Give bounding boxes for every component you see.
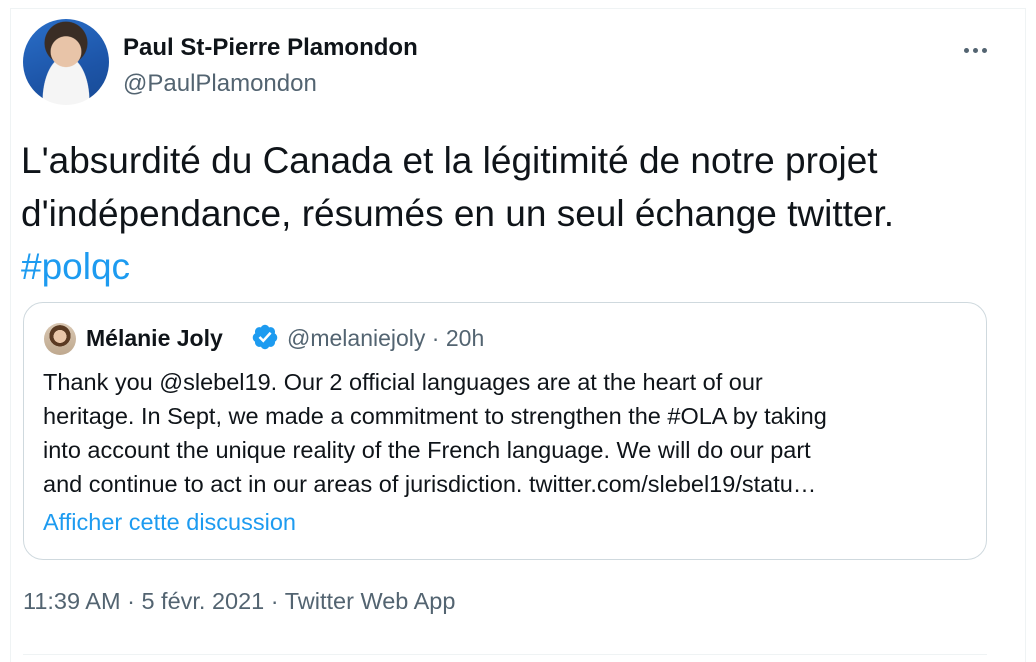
tweet-timestamp: 11:39 AM · 5 févr. 2021 · Twitter Web Ap… bbox=[23, 588, 455, 615]
quoted-text: Thank you @slebel19. Our 2 official lang… bbox=[43, 365, 973, 501]
verified-badge-icon bbox=[252, 324, 278, 350]
author-handle[interactable]: @PaulPlamondon bbox=[123, 70, 317, 98]
tweet-text-line: L'absurdité du Canada et la légitimité d… bbox=[21, 140, 878, 181]
footer-separator: · bbox=[270, 588, 279, 614]
show-thread-link[interactable]: Afficher cette discussion bbox=[43, 509, 296, 536]
author-name[interactable]: Paul St-Pierre Plamondon bbox=[123, 34, 418, 62]
tweet-text: L'absurdité du Canada et la légitimité d… bbox=[21, 134, 981, 293]
divider bbox=[23, 654, 987, 655]
tweet-source[interactable]: Twitter Web App bbox=[285, 588, 456, 614]
more-dot bbox=[963, 47, 969, 53]
more-dot bbox=[972, 47, 978, 53]
quoted-time: 20h bbox=[445, 325, 485, 351]
more-dot bbox=[981, 47, 987, 53]
quoted-author-handle: @melaniejoly bbox=[287, 325, 426, 351]
quoted-text-line: into account the unique reality of the F… bbox=[43, 437, 811, 463]
quoted-tweet[interactable]: Mélanie Joly @melaniejoly · 20h Thank yo… bbox=[23, 302, 987, 560]
quoted-meta: @melaniejoly · 20h bbox=[287, 325, 484, 352]
meta-separator: · bbox=[431, 325, 440, 351]
quoted-text-line: Thank you @slebel19. Our 2 official lang… bbox=[43, 369, 763, 395]
more-options-icon[interactable] bbox=[955, 36, 995, 64]
tweet-text-line: d'indépendance, résumés en un seul échan… bbox=[21, 193, 895, 234]
tweet-date[interactable]: 5 févr. 2021 bbox=[141, 588, 264, 614]
quoted-author-name: Mélanie Joly bbox=[86, 325, 223, 351]
footer-separator: · bbox=[127, 588, 135, 614]
hashtag-link[interactable]: #polqc bbox=[21, 240, 981, 293]
tweet-time[interactable]: 11:39 AM bbox=[23, 588, 121, 614]
author-avatar[interactable] bbox=[23, 19, 109, 105]
quoted-text-line: heritage. In Sept, we made a commitment … bbox=[43, 403, 827, 429]
quoted-text-line: and continue to act in our areas of juri… bbox=[43, 471, 817, 497]
quoted-author-avatar bbox=[44, 323, 76, 355]
